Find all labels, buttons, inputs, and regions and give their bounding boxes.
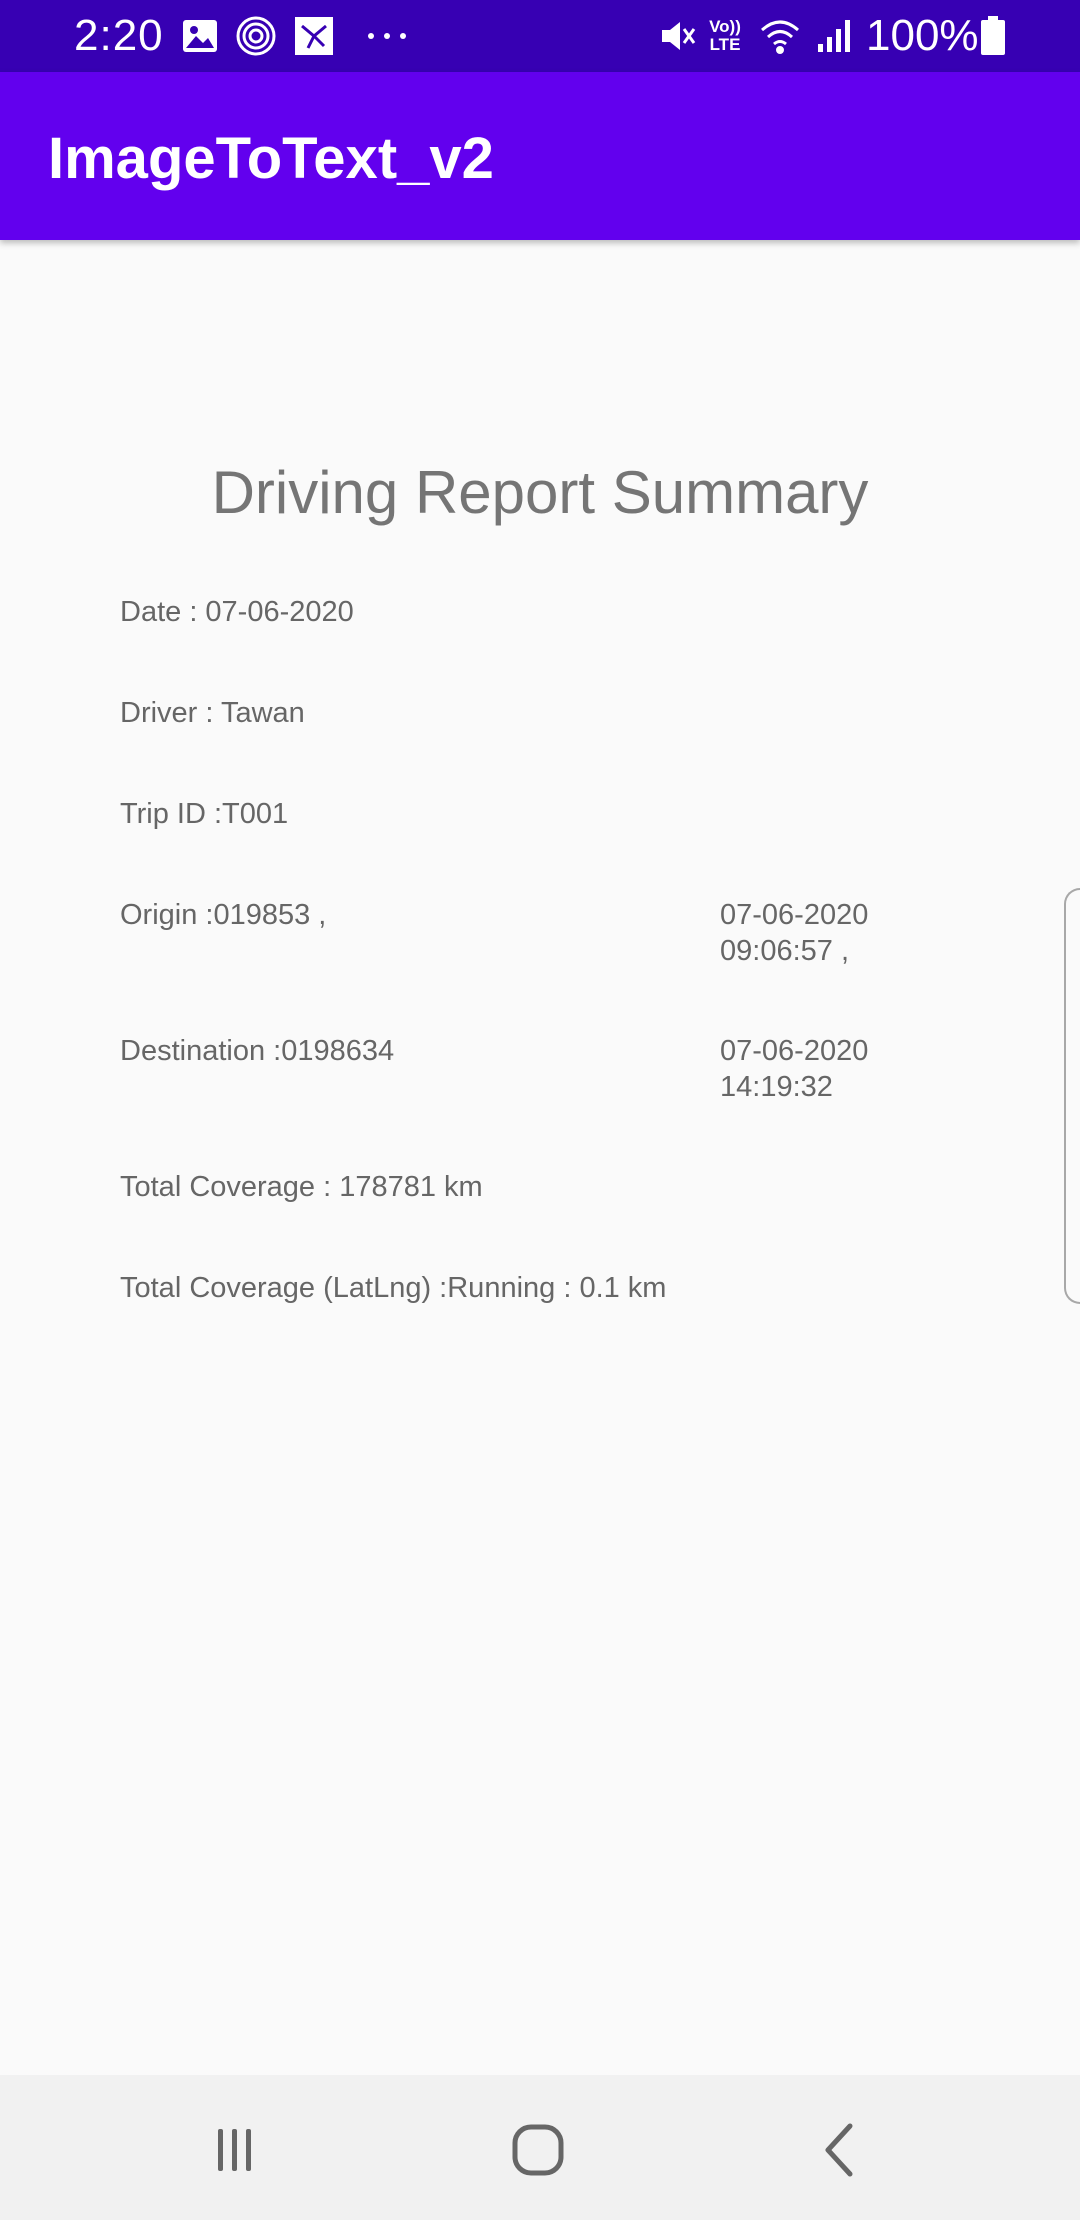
mute-icon [656,14,700,58]
screen: 2:20 Vo)) LTE 100% ImageToText_v2 Drivin… [0,0,1080,2220]
report-driver: Driver : Tawan [120,697,305,729]
recent-apps-icon [218,2129,251,2171]
gallery-icon [178,14,222,58]
more-notifications-icon [362,14,412,58]
report-total-coverage: Total Coverage : 178781 km [120,1171,483,1203]
navigation-bar [0,2075,1080,2220]
home-icon [512,2124,564,2176]
report-total-coverage-latlng: Total Coverage (LatLng) :Running : 0.1 k… [120,1272,667,1304]
status-time: 2:20 [74,11,164,60]
edge-panel-handle[interactable] [1064,888,1080,1304]
report-destination: Destination :0198634 [120,1035,395,1067]
status-bar: 2:20 Vo)) LTE 100% [0,0,1080,72]
signal-icon [812,14,856,58]
volte-label-bottom: LTE [709,35,741,54]
back-icon [825,2123,853,2177]
report-destination-time: 07-06-2020 14:19:32 [720,1035,869,1103]
volte-label-top: Vo)) [709,17,741,36]
back-button[interactable] [796,2105,886,2195]
report-title: Driving Report Summary [211,459,869,526]
app-notification-icon [292,14,336,58]
report-origin-time: 07-06-2020 09:06:57 , [720,899,869,967]
battery-icon [976,14,1010,58]
recent-apps-button[interactable] [190,2105,280,2195]
report-trip-id: Trip ID :T001 [120,798,289,830]
app-title: ImageToText_v2 [48,126,494,191]
wifi-icon [758,14,802,58]
home-button[interactable] [493,2105,583,2195]
report-origin: Origin :019853 , [120,899,327,931]
report-date: Date : 07-06-2020 [120,596,354,628]
fingerprint-icon [234,14,278,58]
volte-icon: Vo)) LTE [702,14,748,58]
app-bar: ImageToText_v2 [0,72,1080,240]
battery-percentage: 100% [866,11,979,60]
